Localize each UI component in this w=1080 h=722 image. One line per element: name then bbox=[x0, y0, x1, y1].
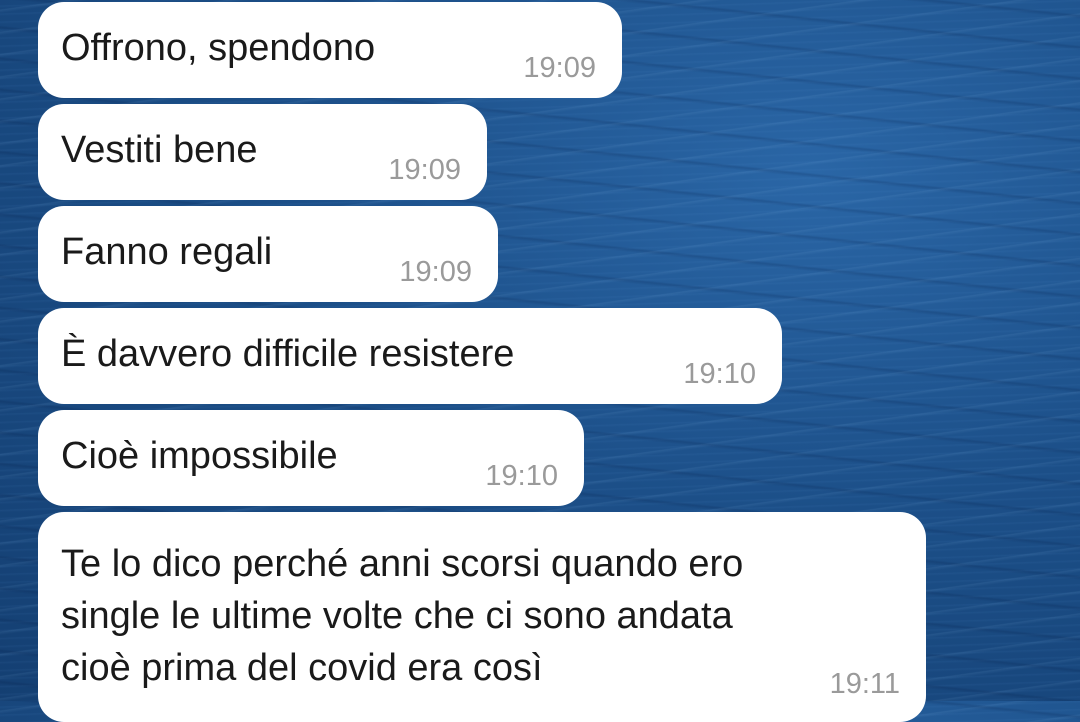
message-text: Offrono, spendono bbox=[61, 27, 376, 69]
message-bubble[interactable]: Offrono, spendono 19:09 bbox=[38, 2, 622, 98]
message-line: cioè prima del covid era così bbox=[61, 647, 543, 689]
message-bubble[interactable]: Cioè impossibile 19:10 bbox=[38, 410, 584, 506]
message-bubble[interactable]: Vestiti bene 19:09 bbox=[38, 104, 487, 200]
message-timestamp: 19:11 bbox=[829, 668, 900, 700]
message-text: Te lo dico perché anni scorsi quando ero… bbox=[61, 538, 743, 694]
message-line: single le ultime volte che ci sono andat… bbox=[61, 595, 733, 637]
chat-message-list[interactable]: Offrono, spendono 19:09 Vestiti bene 19:… bbox=[0, 0, 1080, 722]
message-timestamp: 19:09 bbox=[523, 52, 596, 84]
message-text: Vestiti bene bbox=[61, 129, 258, 171]
message-text: È davvero difficile resistere bbox=[61, 333, 515, 375]
message-timestamp: 19:10 bbox=[683, 358, 756, 390]
message-timestamp: 19:09 bbox=[399, 256, 472, 288]
message-text: Cioè impossibile bbox=[61, 435, 338, 477]
message-timestamp: 19:10 bbox=[485, 460, 558, 492]
message-timestamp: 19:09 bbox=[388, 154, 461, 186]
message-text: Fanno regali bbox=[61, 231, 273, 273]
message-line: Te lo dico perché anni scorsi quando ero bbox=[61, 543, 744, 585]
message-bubble[interactable]: Te lo dico perché anni scorsi quando ero… bbox=[38, 512, 926, 722]
message-bubble[interactable]: Fanno regali 19:09 bbox=[38, 206, 498, 302]
message-bubble[interactable]: È davvero difficile resistere 19:10 bbox=[38, 308, 782, 404]
